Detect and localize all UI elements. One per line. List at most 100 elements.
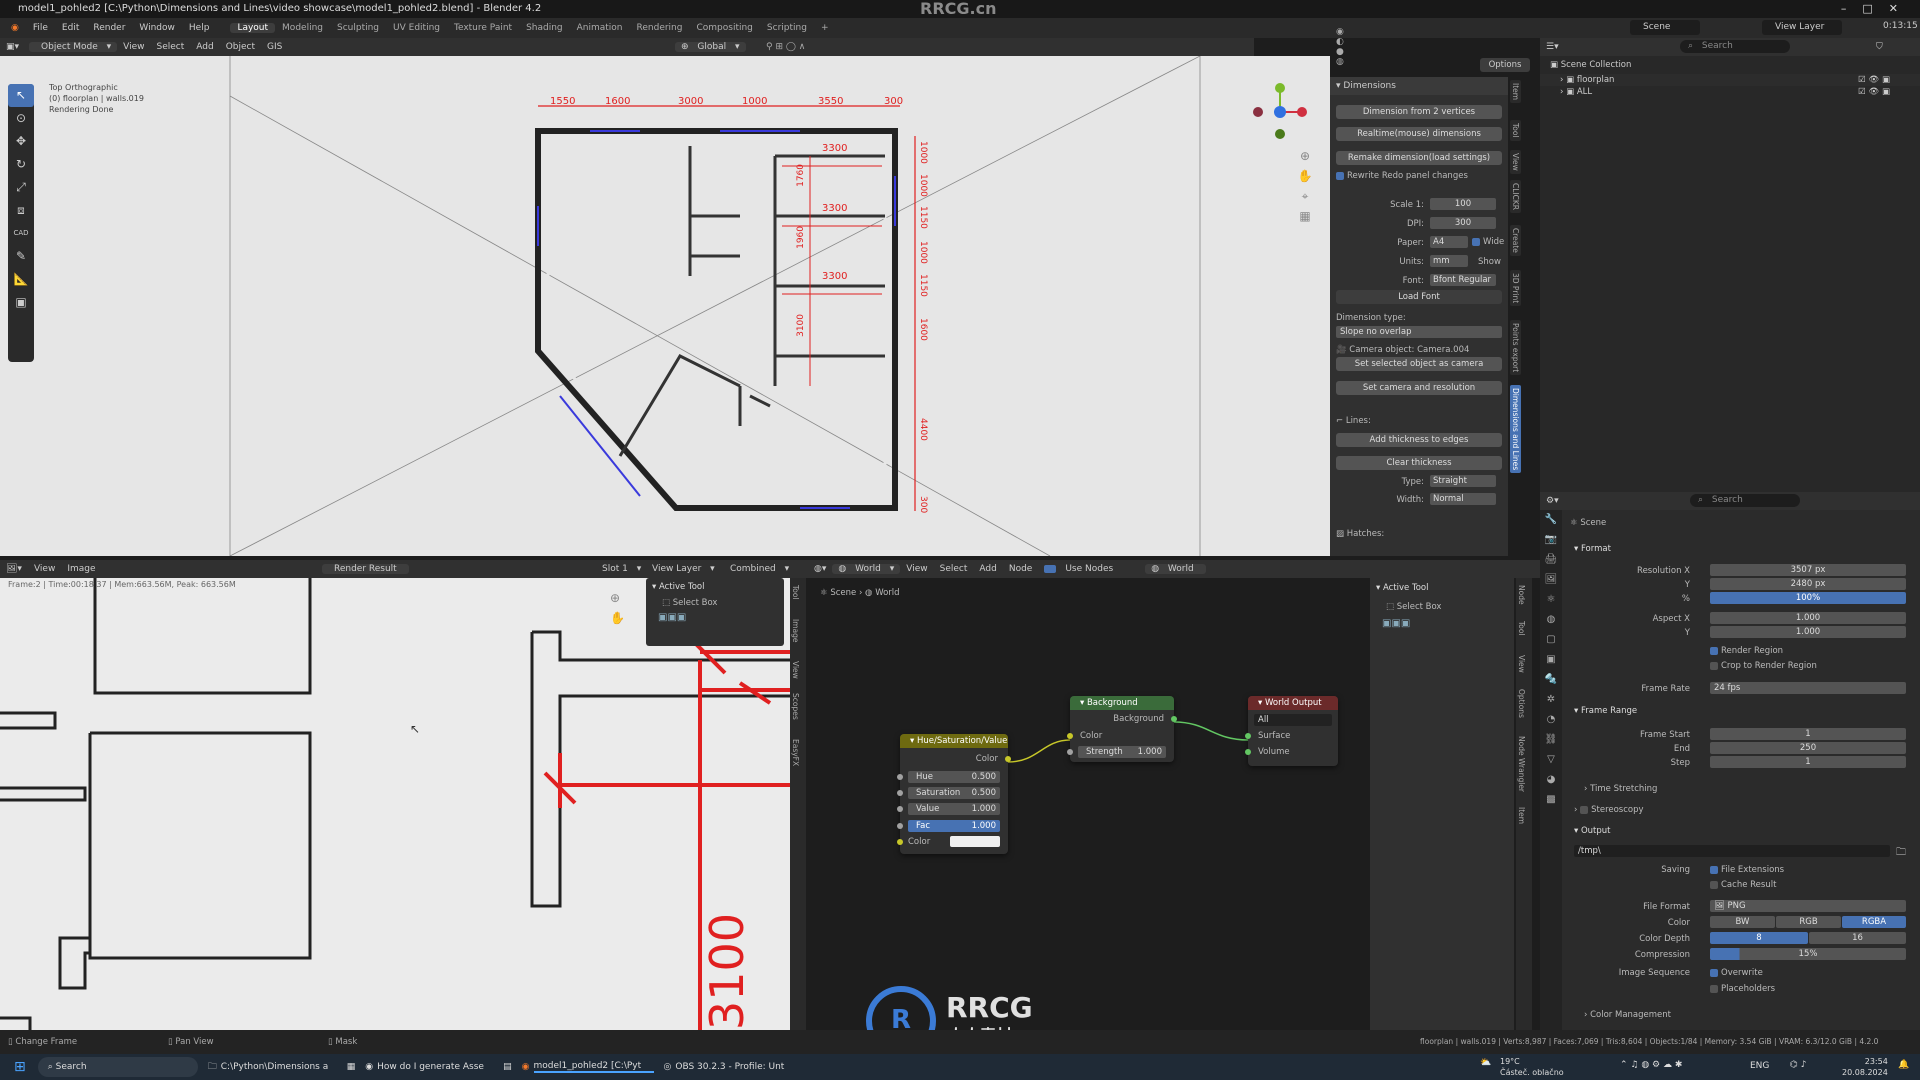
language-indicator[interactable]: ENG [1750, 1061, 1769, 1071]
outliner-item-all[interactable]: › ▣ ALL ☑ 👁 ▣ [1540, 86, 1920, 98]
world-volume-socket[interactable] [1245, 749, 1251, 755]
windows-start-icon[interactable]: ⊞ [14, 1059, 26, 1075]
file-ext-check-icon[interactable] [1710, 865, 1718, 874]
frame-end-field[interactable]: 250 [1710, 742, 1906, 754]
visibility-eye-icon[interactable]: ☑ 👁 ▣ [1858, 75, 1890, 85]
image-tab-tool[interactable]: Tool [790, 582, 801, 603]
frame-start-field[interactable]: 1 [1710, 728, 1906, 740]
outliner-editor-icon[interactable]: ☰▾ [1540, 42, 1565, 52]
taskbar-app-chrome[interactable]: How do I generate Asse [377, 1062, 497, 1072]
menu-help[interactable]: Help [182, 23, 217, 33]
image-view-layer-dropdown[interactable]: View Layer ▾ [640, 564, 721, 574]
workspace-tab-layout[interactable]: Layout [230, 23, 276, 33]
workspace-tab-compositing[interactable]: Compositing [689, 23, 759, 33]
visibility-eye-icon-2[interactable]: ☑ 👁 ▣ [1858, 87, 1890, 97]
format-section-header[interactable]: ▾ Format [1574, 544, 1611, 554]
node-menu-node[interactable]: Node [1003, 564, 1039, 574]
taskbar-app-explorer[interactable]: C:\Python\Dimensions a [221, 1062, 341, 1072]
node-active-tool-header[interactable]: ▾ Active Tool [1370, 578, 1514, 598]
render-result-selector[interactable]: Render Result [322, 564, 409, 574]
blender-logo-icon[interactable]: ◉ [4, 23, 26, 33]
viewport-nav-buttons[interactable]: ⊕ ✋ ⌖ ▦ [1297, 146, 1313, 226]
properties-search-input[interactable]: ⌕ Search [1690, 494, 1800, 507]
weather-icon[interactable]: ⛅ [1480, 1058, 1491, 1068]
file-extensions-checkbox[interactable]: File Extensions [1710, 865, 1784, 875]
scene-selector[interactable]: Scene [1630, 20, 1700, 35]
editor-type-icon[interactable]: ▣▾ [0, 42, 25, 52]
paper-dropdown[interactable]: A4 [1430, 236, 1468, 248]
render-region-checkbox[interactable]: Render Region [1710, 646, 1783, 656]
taskbar-search-input[interactable]: ⌕ Search [37, 1057, 198, 1077]
chrome-icon[interactable]: ◉ [365, 1062, 373, 1072]
viewport-menu-object[interactable]: Object [220, 42, 261, 52]
viewport-menu-add[interactable]: Add [190, 42, 219, 52]
node-tab-options[interactable]: Options [1516, 686, 1527, 721]
frame-step-field[interactable]: 1 [1710, 756, 1906, 768]
background-node-header[interactable]: ▾ Background [1070, 696, 1174, 710]
rewrite-redo-checkbox[interactable]: Rewrite Redo panel changes [1336, 171, 1468, 181]
add-thickness-button[interactable]: Add thickness to edges [1336, 433, 1502, 447]
npanel-tab-points-export[interactable]: Points export [1510, 320, 1521, 376]
resolution-y-field[interactable]: 2480 px [1710, 578, 1906, 590]
hue-saturation-value-node[interactable]: ▾ Hue/Saturation/Value Color Hue 0.500 Sa… [897, 734, 1011, 854]
folder-icon[interactable]: 🗀 [1896, 845, 1906, 862]
background-output-socket[interactable] [1171, 716, 1177, 722]
taskbar-app-blender[interactable]: model1_pohled2 [C:\Pyt [533, 1061, 654, 1073]
node-editor-type-icon[interactable]: ◍▾ [808, 564, 832, 574]
overwrite-check-icon[interactable] [1710, 968, 1718, 977]
show-units-toggle[interactable]: Show [1478, 257, 1501, 267]
hsv-fac-socket[interactable] [897, 823, 903, 829]
color-depth-16-option[interactable]: 16 [1809, 932, 1906, 944]
scene-collection-row[interactable]: ▣ Scene Collection [1540, 56, 1920, 74]
npanel-tab-view[interactable]: View [1510, 150, 1521, 174]
resolution-percentage-field[interactable]: 100% [1710, 592, 1906, 604]
hsv-color-swatch[interactable] [950, 836, 1000, 847]
world-datablock-selector[interactable]: ◍ World [1145, 564, 1206, 574]
constraint-props-tab-icon[interactable]: ⛓ [1540, 730, 1562, 750]
hsv-sat-socket[interactable] [897, 790, 903, 796]
node-menu-add[interactable]: Add [973, 564, 1002, 574]
image-select-mode-icons[interactable]: ▣▣▣ [646, 610, 784, 625]
outliner-search-input[interactable]: ⌕ Search [1680, 40, 1790, 53]
world-surface-socket[interactable] [1245, 733, 1251, 739]
rewrite-checkbox-icon[interactable] [1336, 171, 1344, 180]
image-tab-image[interactable]: Image [790, 616, 801, 646]
image-tab-scopes[interactable]: Scopes [790, 690, 801, 723]
aspect-y-field[interactable]: 1.000 [1710, 626, 1906, 638]
outliner-item-floorplan[interactable]: › ▣ floorplan ☑ 👁 ▣ [1540, 74, 1920, 86]
shader-type-dropdown[interactable]: ◍ World ▾ [832, 564, 901, 574]
render-region-check-icon[interactable] [1710, 646, 1718, 655]
node-tab-item[interactable]: Item [1516, 804, 1527, 828]
compression-slider[interactable]: 15% [1710, 948, 1906, 960]
workspace-tab-uv-editing[interactable]: UV Editing [386, 23, 447, 33]
notification-bell-icon[interactable]: 🔔 [1898, 1060, 1909, 1070]
annotate-tool-icon[interactable]: ✎ [8, 245, 34, 268]
measure-tool-icon[interactable]: 📐 [8, 268, 34, 291]
node-tab-node-wrangler[interactable]: Node Wrangler [1516, 733, 1527, 796]
set-selected-camera-button[interactable]: Set selected object as camera [1336, 357, 1502, 371]
hsv-value-field[interactable]: Value 1.000 [908, 803, 1000, 815]
world-output-node[interactable]: ▾ World Output All Surface Volume [1245, 696, 1338, 766]
object-mode-dropdown[interactable]: Object Mode ▾ [29, 42, 118, 52]
time-stretching-section[interactable]: › Time Stretching [1584, 784, 1657, 794]
workspace-tab-animation[interactable]: Animation [570, 23, 630, 33]
image-menu-view[interactable]: View [28, 564, 61, 574]
window-controls[interactable]: –□✕ [1841, 0, 1914, 18]
image-menu-image[interactable]: Image [61, 564, 101, 574]
select-tool-icon[interactable]: ↖ [8, 84, 34, 107]
hsv-hue-field[interactable]: Hue 0.500 [908, 771, 1000, 783]
output-section-header[interactable]: ▾ Output [1574, 826, 1611, 836]
3d-viewport[interactable]: Top Orthographic (0) floorplan | walls.0… [0, 56, 1330, 556]
snapping-icons[interactable]: ⚲ ⊞ ◯ ∧ [760, 42, 811, 52]
workspace-tab-texture-paint[interactable]: Texture Paint [447, 23, 519, 33]
dpi-field[interactable]: 300 [1430, 217, 1496, 229]
npanel-tab-create[interactable]: Create [1510, 225, 1521, 256]
line-width-dropdown[interactable]: Normal [1430, 493, 1496, 505]
crop-region-checkbox[interactable]: Crop to Render Region [1710, 661, 1817, 671]
calculator-icon[interactable]: ▦ [347, 1062, 356, 1072]
node-tab-node[interactable]: Node [1516, 582, 1527, 608]
npanel-tab-3dprint[interactable]: 3D Print [1510, 270, 1521, 307]
dimensions-panel-header[interactable]: ▾ Dimensions [1330, 77, 1508, 95]
taskbar-blender-icon[interactable]: ◉ [522, 1062, 530, 1072]
viewport-menu-view[interactable]: View [117, 42, 150, 52]
